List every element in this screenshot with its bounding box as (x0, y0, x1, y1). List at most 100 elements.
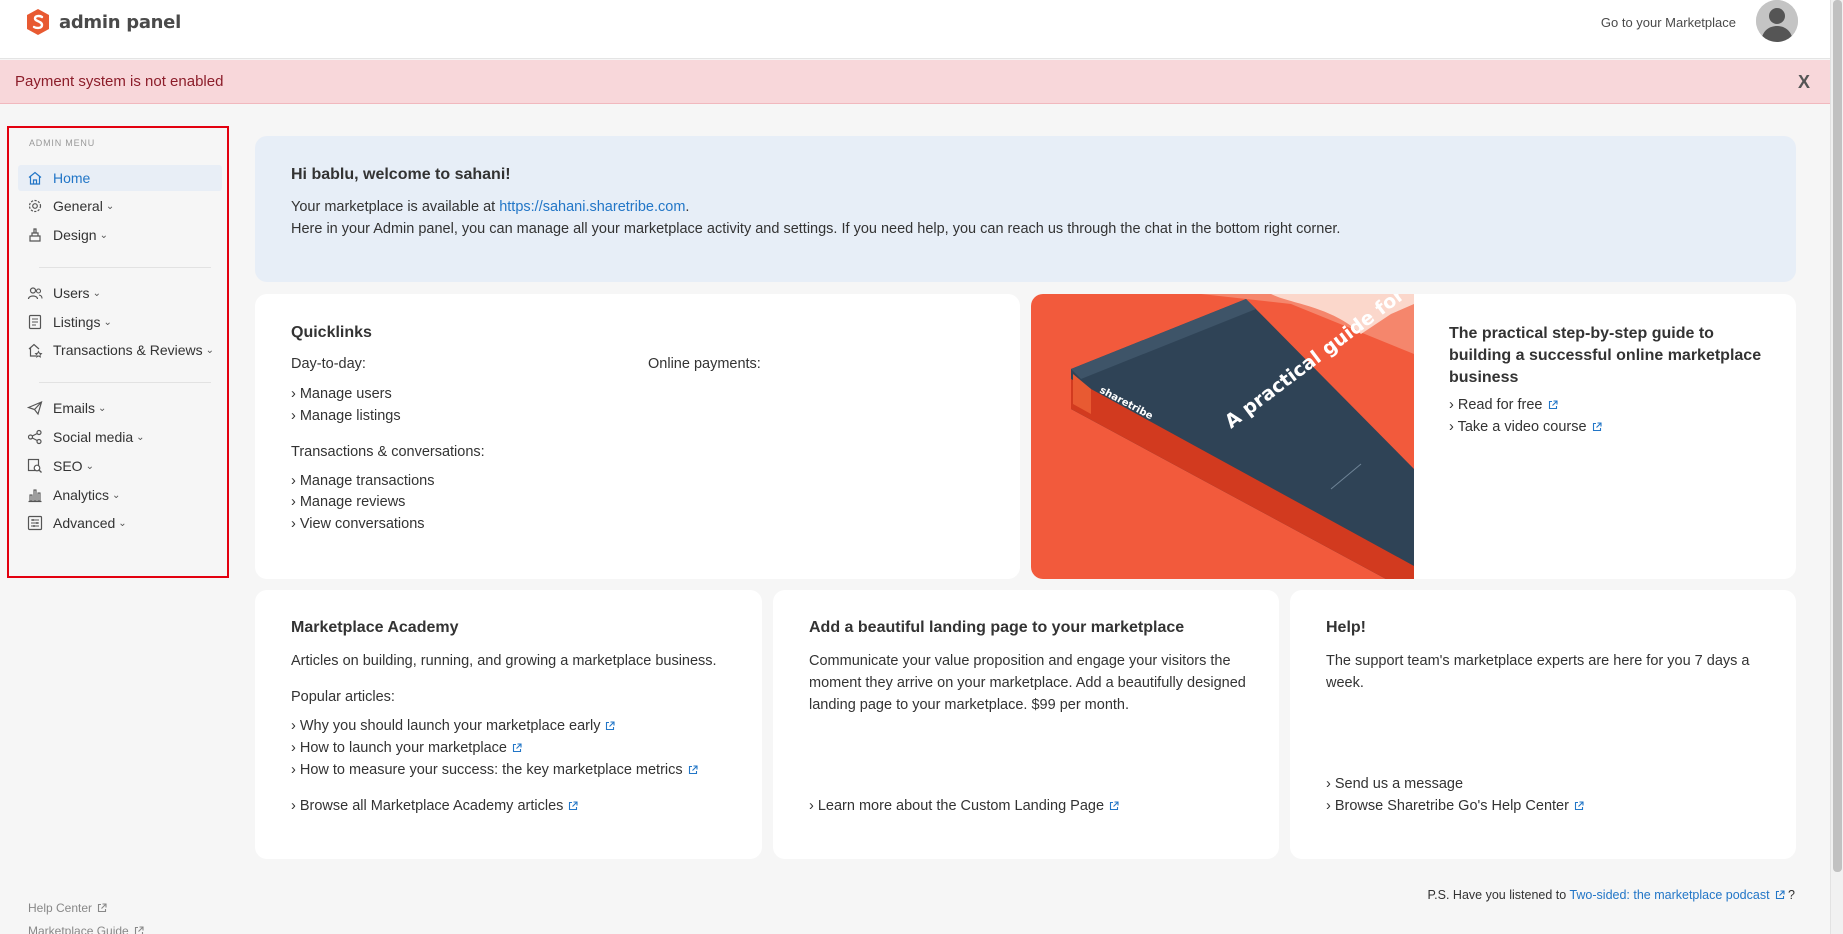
sidebar-item-listings[interactable]: Listings ⌄ (18, 309, 222, 335)
sidebar-item-design[interactable]: Design ⌄ (18, 222, 222, 248)
chevron-down-icon: ⌄ (136, 431, 145, 443)
sliders-icon (27, 515, 43, 531)
sidebar-item-transactions-reviews[interactable]: Transactions & Reviews ⌄ (18, 337, 222, 363)
manage-listings-link[interactable]: › Manage listings (291, 405, 401, 427)
welcome-url-line: Your marketplace is available at https:/… (291, 196, 689, 218)
scrollbar-thumb[interactable] (1833, 0, 1842, 872)
browse-academy-link[interactable]: › Browse all Marketplace Academy article… (291, 795, 578, 817)
sidebar-item-emails[interactable]: Emails ⌄ (18, 395, 222, 421)
alert-close-button[interactable]: X (1798, 72, 1810, 93)
external-link-icon (1592, 422, 1602, 432)
top-bar: admin panel Go to your Marketplace (0, 0, 1830, 59)
chevron-down-icon: ⌄ (112, 489, 121, 501)
external-link-icon (1548, 400, 1558, 410)
landing-description: Communicate your value proposition and e… (809, 653, 1246, 713)
chevron-down-icon: ⌄ (92, 287, 101, 299)
sidebar-item-label: Listings (53, 314, 101, 330)
sidebar-item-label: Advanced (53, 515, 116, 531)
sidebar-item-label: Users (53, 285, 90, 301)
academy-title: Marketplace Academy (291, 619, 459, 636)
article-label: › Why you should launch your marketplace… (291, 718, 601, 734)
transactions-icon (28, 343, 43, 358)
read-free-label: › Read for free (1449, 397, 1543, 413)
sidebar-item-social-media[interactable]: Social media ⌄ (18, 424, 222, 450)
podcast-prefix: P.S. Have you listened to (1427, 888, 1570, 902)
academy-description: Articles on building, running, and growi… (291, 653, 717, 669)
video-course-link[interactable]: › Take a video course (1449, 416, 1602, 438)
chevron-down-icon: ⌄ (205, 344, 215, 356)
sidebar-item-seo[interactable]: SEO ⌄ (18, 453, 222, 479)
sidebar-item-label: Design (53, 227, 97, 243)
go-to-marketplace-link[interactable]: Go to your Marketplace (1601, 15, 1736, 30)
bar-chart-icon (28, 489, 42, 503)
help-card: Help! The support team's marketplace exp… (1290, 590, 1796, 859)
welcome-card: Hi bablu, welcome to sahani! Your market… (255, 136, 1796, 282)
learn-more-label: › Learn more about the Custom Landing Pa… (809, 798, 1105, 814)
landing-title: Add a beautiful landing page to your mar… (809, 619, 1185, 636)
online-payments-heading: Online payments: (648, 356, 761, 372)
book-cover-image[interactable]: A practical guide for building an online… (1031, 294, 1414, 579)
video-course-label: › Take a video course (1449, 419, 1587, 435)
article-label: › How to measure your success: the key m… (291, 762, 683, 778)
seo-icon (27, 458, 42, 473)
paper-plane-icon (27, 400, 43, 416)
manage-users-link[interactable]: › Manage users (291, 383, 392, 405)
sidebar-item-label: Social media (53, 429, 134, 445)
marketplace-guide-link[interactable]: Marketplace Guide (28, 924, 144, 934)
article-link[interactable]: › How to launch your marketplace (291, 737, 522, 759)
marketplace-url-link[interactable]: https://sahani.sharetribe.com (499, 199, 685, 215)
article-label: › How to launch your marketplace (291, 740, 507, 756)
chevron-down-icon: ⌄ (103, 316, 112, 328)
menu-title: ADMIN MENU (29, 138, 95, 148)
article-link[interactable]: › Why you should launch your marketplace… (291, 715, 616, 737)
listings-icon (28, 314, 42, 330)
external-link-icon (1109, 801, 1119, 811)
podcast-label: Two-sided: the marketplace podcast (1569, 888, 1770, 902)
marketplace-guide-label: Marketplace Guide (28, 924, 129, 934)
chevron-down-icon: ⌄ (85, 460, 94, 472)
browse-academy-label: › Browse all Marketplace Academy article… (291, 798, 564, 814)
external-link-icon (606, 721, 616, 731)
browse-help-center-link[interactable]: › Browse Sharetribe Go's Help Center (1326, 795, 1584, 817)
help-center-label: Help Center (28, 901, 93, 915)
read-free-link[interactable]: › Read for free (1449, 394, 1558, 416)
help-center-link[interactable]: Help Center (28, 901, 107, 915)
sidebar-item-label: SEO (53, 458, 83, 474)
sidebar-item-label: Home (53, 170, 91, 186)
menu-divider (39, 267, 211, 268)
avatar[interactable] (1756, 0, 1798, 42)
chevron-down-icon: ⌄ (99, 229, 108, 241)
popular-articles-heading: Popular articles: (291, 689, 395, 705)
sidebar-item-users[interactable]: Users ⌄ (18, 280, 222, 306)
logo[interactable]: admin panel (27, 9, 181, 35)
sidebar-item-general[interactable]: General ⌄ (18, 193, 222, 219)
podcast-link[interactable]: Two-sided: the marketplace podcast (1569, 888, 1785, 902)
sidebar-item-analytics[interactable]: Analytics ⌄ (18, 482, 222, 508)
page-scrollbar[interactable] (1830, 0, 1843, 934)
external-link-icon (1775, 890, 1785, 900)
manage-reviews-link[interactable]: › Manage reviews (291, 491, 405, 513)
welcome-url-prefix: Your marketplace is available at (291, 199, 500, 215)
sidebar-item-home[interactable]: Home (18, 165, 222, 191)
guide-title: The practical step-by-step guide to buil… (1449, 325, 1762, 386)
sharetribe-logo-icon (27, 9, 49, 35)
article-link[interactable]: › How to measure your success: the key m… (291, 759, 698, 781)
logo-text: admin panel (59, 11, 181, 33)
quicklinks-card: Quicklinks Day-to-day: Online payments: … (255, 294, 1020, 579)
learn-more-landing-link[interactable]: › Learn more about the Custom Landing Pa… (809, 795, 1119, 817)
help-description: The support team's marketplace experts a… (1326, 653, 1750, 691)
landing-page-card: Add a beautiful landing page to your mar… (773, 590, 1279, 859)
chevron-down-icon: ⌄ (118, 517, 127, 529)
send-message-link[interactable]: › Send us a message (1326, 773, 1463, 795)
manage-transactions-link[interactable]: › Manage transactions (291, 470, 434, 492)
sidebar-item-advanced[interactable]: Advanced ⌄ (18, 510, 222, 536)
chevron-down-icon: ⌄ (98, 402, 107, 414)
menu-divider (39, 382, 211, 383)
welcome-description: Here in your Admin panel, you can manage… (291, 221, 1341, 237)
day-to-day-heading: Day-to-day: (291, 356, 366, 372)
gear-icon (28, 199, 42, 213)
external-link-icon (97, 903, 107, 913)
external-link-icon (688, 765, 698, 775)
view-conversations-link[interactable]: › View conversations (291, 513, 425, 535)
sidebar-item-label: Transactions & Reviews (53, 342, 203, 358)
